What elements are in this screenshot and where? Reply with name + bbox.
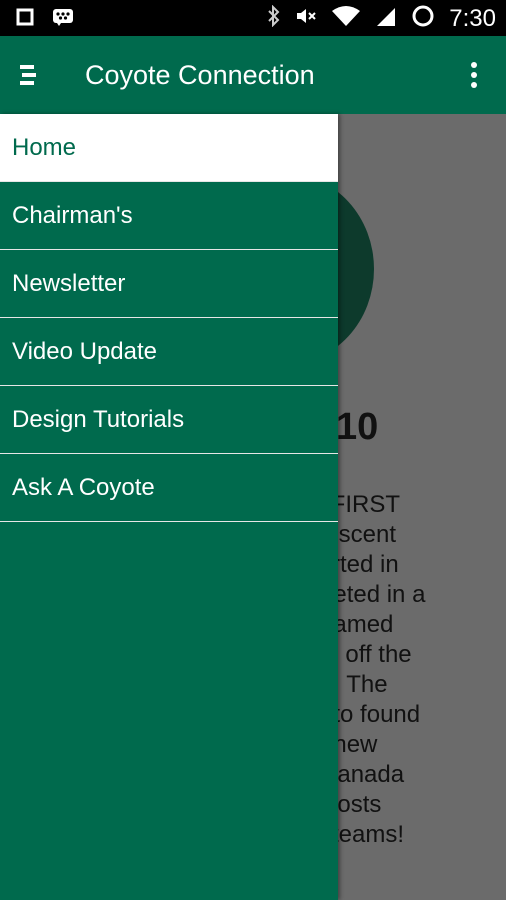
screenshot-icon <box>16 8 34 31</box>
navigation-drawer: Home Chairman's Newsletter Video Update … <box>0 114 338 900</box>
hamburger-menu-icon[interactable] <box>18 64 38 86</box>
status-time: 7:30 <box>449 4 496 32</box>
drawer-item-ask-a-coyote[interactable]: Ask A Coyote <box>0 454 338 522</box>
drawer-item-label: Home <box>12 133 77 161</box>
drawer-item-label: Newsletter <box>12 269 126 297</box>
drawer-item-design-tutorials[interactable]: Design Tutorials <box>0 386 338 454</box>
overflow-menu-icon[interactable] <box>470 61 478 89</box>
drawer-item-label: Chairman's <box>12 201 133 229</box>
status-bar: 7:30 <box>0 0 506 36</box>
bluetooth-icon <box>267 4 281 32</box>
bbm-icon <box>52 8 74 31</box>
content-heading: 10 <box>336 406 379 448</box>
drawer-item-video-update[interactable]: Video Update <box>0 318 338 386</box>
drawer-item-label: Video Update <box>12 337 158 365</box>
wifi-icon <box>331 5 361 32</box>
signal-icon <box>375 5 397 32</box>
mute-icon <box>295 5 317 32</box>
drawer-item-chairmans[interactable]: Chairman's <box>0 182 338 250</box>
drawer-item-label: Ask A Coyote <box>12 473 155 501</box>
sync-icon <box>411 4 435 33</box>
drawer-item-label: Design Tutorials <box>12 405 185 433</box>
drawer-item-newsletter[interactable]: Newsletter <box>0 250 338 318</box>
app-title: Coyote Connection <box>85 60 315 90</box>
drawer-item-home[interactable]: Home <box>0 114 338 182</box>
app-bar: Coyote Connection <box>0 36 506 114</box>
